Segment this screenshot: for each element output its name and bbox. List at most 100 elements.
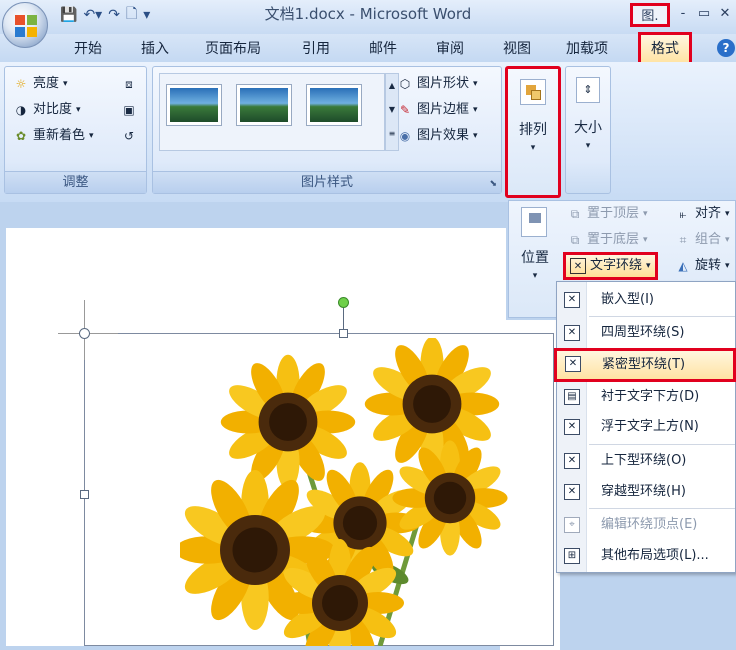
menu-item-label: 衬于文字下方(D) <box>601 389 700 404</box>
dropdown-arrow-icon: ▾ <box>725 235 730 245</box>
bring-front-icon: ⧉ <box>570 207 580 221</box>
size-button[interactable]: ⇕ 大小 ▾ <box>565 66 611 194</box>
bring-to-front-button[interactable]: ⧉ 置于顶层 ▾ <box>567 203 648 225</box>
bring-to-front-label: 置于顶层 <box>587 206 640 221</box>
rotate-button[interactable]: ◭ 旋转 ▾ <box>675 255 729 277</box>
picture-shape-button[interactable]: ⬡ 图片形状 ▾ <box>397 73 478 95</box>
contrast-icon: ◑ <box>15 103 27 117</box>
office-button[interactable] <box>2 2 48 48</box>
reset-picture-icon[interactable]: ↺ <box>121 128 137 144</box>
menu-item-in-front-of-text[interactable]: ✕ 浮于文字上方(N) <box>557 412 735 442</box>
contrast-label: 对比度 <box>33 102 73 117</box>
gallery-style-thumbnail[interactable] <box>306 84 362 126</box>
resize-handle[interactable] <box>80 490 89 499</box>
align-button[interactable]: ⫦ 对齐 ▾ <box>675 203 730 225</box>
effects-icon: ◉ <box>399 129 411 143</box>
gallery-style-thumbnail[interactable] <box>166 84 222 126</box>
contextual-tab-picture-tools[interactable]: 图. <box>630 3 670 27</box>
dropdown-arrow-icon: ▾ <box>473 131 478 141</box>
dropdown-arrow-icon: ▾ <box>530 143 536 153</box>
text-wrap-button[interactable]: ✕ 文字环绕 ▾ <box>563 252 658 280</box>
menu-item-label: 紧密型环绕(T) <box>602 357 686 372</box>
group-label: 组合 <box>695 232 722 247</box>
arrange-label: 排列 <box>519 122 547 138</box>
picture-styles-group-label: 图片样式 <box>153 171 501 193</box>
tab-format[interactable]: 格式 <box>638 32 692 66</box>
text-wrap-label: 文字环绕 <box>590 258 643 273</box>
tab-references[interactable]: 引用 <box>302 38 330 60</box>
align-label: 对齐 <box>695 206 722 221</box>
close-button[interactable]: ✕ <box>716 3 734 27</box>
gallery-style-thumbnail[interactable] <box>236 84 292 126</box>
menu-item-tight[interactable]: ✕ 紧密型环绕(T) <box>554 348 736 382</box>
menu-separator <box>589 444 735 445</box>
new-document-icon[interactable]: 🗋 <box>126 3 137 27</box>
send-to-back-label: 置于底层 <box>587 232 640 247</box>
menu-item-through[interactable]: ✕ 穿越型环绕(H) <box>557 477 735 507</box>
tab-review[interactable]: 审阅 <box>436 38 464 60</box>
picture-border-label: 图片边框 <box>417 102 470 117</box>
rotate-label: 旋转 <box>695 258 722 273</box>
recolor-button[interactable]: ✿ 重新着色 ▾ <box>13 125 94 147</box>
wrap-tight-icon: ✕ <box>565 356 581 372</box>
tab-mailings[interactable]: 邮件 <box>369 38 397 60</box>
wrap-behind-icon: ▤ <box>564 389 580 405</box>
dropdown-arrow-icon: ▾ <box>725 209 730 219</box>
dropdown-arrow-icon: ▾ <box>76 105 81 115</box>
menu-separator <box>589 508 735 509</box>
picture-effects-label: 图片效果 <box>417 128 470 143</box>
rotation-stem <box>343 306 344 330</box>
customize-qat-icon[interactable]: ▾ <box>143 7 150 23</box>
recolor-label: 重新着色 <box>33 128 86 143</box>
dropdown-arrow-icon: ▾ <box>473 79 478 89</box>
picture-border-button[interactable]: ✎ 图片边框 ▾ <box>397 99 478 121</box>
menu-item-inline[interactable]: ✕ 嵌入型(I) <box>557 285 735 315</box>
pen-icon: ✎ <box>399 103 411 117</box>
restore-button[interactable]: ▭ <box>696 3 712 27</box>
resize-handle[interactable] <box>79 328 90 339</box>
tab-page-layout[interactable]: 页面布局 <box>205 38 261 60</box>
wrap-front-icon: ✕ <box>564 419 580 435</box>
rotation-handle[interactable] <box>338 297 349 308</box>
compress-pictures-icon[interactable]: ⧈ <box>121 76 137 92</box>
resize-handle[interactable] <box>339 329 348 338</box>
edit-wrap-points-icon: ⌖ <box>564 517 580 533</box>
tab-home[interactable]: 开始 <box>74 38 102 60</box>
menu-item-top-bottom[interactable]: ✕ 上下型环绕(O) <box>557 446 735 476</box>
dropdown-arrow-icon: ▾ <box>63 79 68 89</box>
ribbon-tab-bar <box>0 34 736 64</box>
text-wrap-menu: ✕ 嵌入型(I) ✕ 四周型环绕(S) ✕ 紧密型环绕(T) ▤ 衬于文字下方(D) ✕… <box>554 281 736 573</box>
menu-item-more-layout-options[interactable]: ⊞ 其他布局选项(L)... <box>557 541 735 571</box>
menu-item-edit-wrap-points[interactable]: ⌖ 编辑环绕顶点(E) <box>557 510 735 540</box>
dialog-launcher-icon[interactable]: ⬊ <box>489 179 497 189</box>
tab-addins[interactable]: 加载项 <box>566 38 608 60</box>
help-icon[interactable]: ? <box>717 39 735 57</box>
size-icon: ⇕ <box>576 77 600 103</box>
save-icon[interactable]: 💾 <box>60 7 77 23</box>
menu-item-label: 穿越型环绕(H) <box>601 484 686 499</box>
arrange-button[interactable]: 排列 ▾ <box>505 66 561 198</box>
arrange-icon <box>520 79 546 105</box>
undo-icon[interactable]: ↶▾ <box>83 7 102 23</box>
send-to-back-button[interactable]: ⧉ 置于底层 ▾ <box>567 229 648 251</box>
group-button[interactable]: ⌗ 组合 ▾ <box>675 229 730 251</box>
menu-item-behind-text[interactable]: ▤ 衬于文字下方(D) <box>557 382 735 412</box>
tab-view[interactable]: 视图 <box>503 38 531 60</box>
position-icon <box>521 207 547 237</box>
dropdown-arrow-icon: ▾ <box>646 261 651 271</box>
redo-icon[interactable]: ↷ <box>108 7 120 23</box>
menu-item-square[interactable]: ✕ 四周型环绕(S) <box>557 318 735 348</box>
menu-item-label: 四周型环绕(S) <box>601 325 685 340</box>
position-label[interactable]: 位置 <box>515 247 555 267</box>
menu-item-label: 上下型环绕(O) <box>601 453 687 468</box>
minimize-button[interactable]: - <box>675 3 691 27</box>
menu-item-label: 编辑环绕顶点(E) <box>601 517 698 532</box>
change-picture-icon[interactable]: ▣ <box>121 102 137 118</box>
adjust-group-label: 调整 <box>5 171 146 193</box>
tab-insert[interactable]: 插入 <box>141 38 169 60</box>
picture-shape-label: 图片形状 <box>417 76 470 91</box>
brightness-button[interactable]: ☼ 亮度 ▾ <box>13 73 68 95</box>
adjust-group: ☼ 亮度 ▾ ◑ 对比度 ▾ ✿ 重新着色 ▾ ⧈ ▣ ↺ 调整 <box>4 66 147 194</box>
contrast-button[interactable]: ◑ 对比度 ▾ <box>13 99 81 121</box>
picture-effects-button[interactable]: ◉ 图片效果 ▾ <box>397 125 478 147</box>
